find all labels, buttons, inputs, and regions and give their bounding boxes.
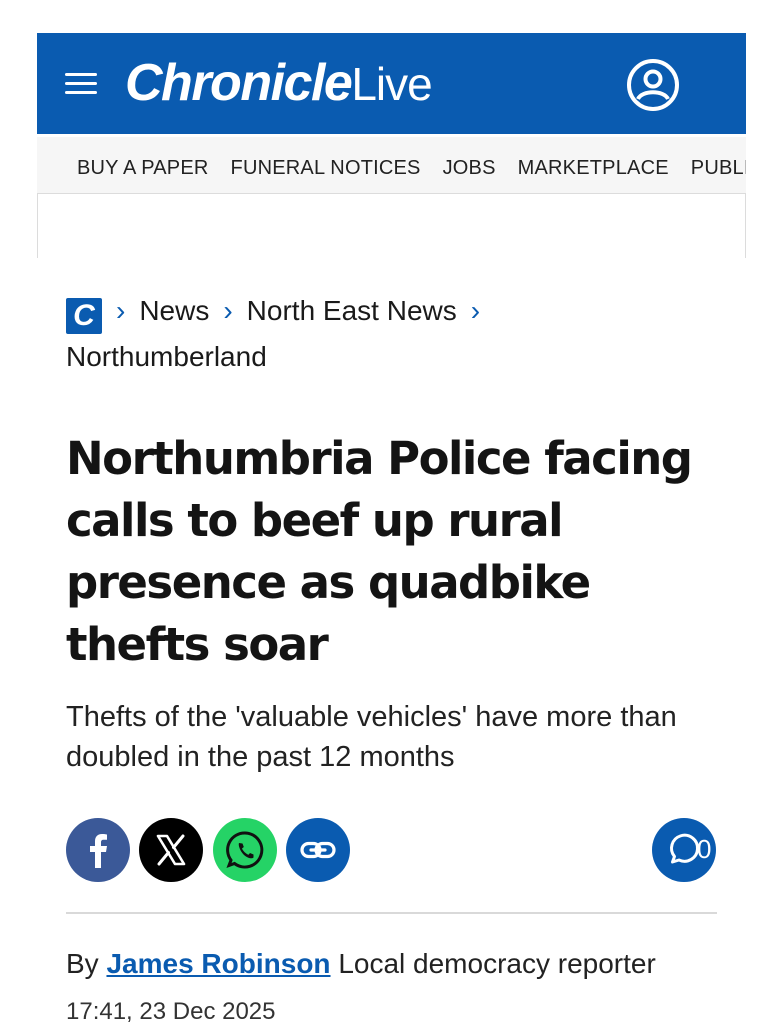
ad-placeholder [37,194,746,258]
account-icon[interactable] [626,58,680,112]
chevron-right-icon: › [116,295,126,326]
nav-item-public-notices[interactable]: PUBLIC N [691,137,746,193]
share-bar [66,818,355,884]
nav-item-buy-a-paper[interactable]: BUY A PAPER [77,137,209,193]
site-header: ChronicleLive [37,33,746,134]
breadcrumb-northumberland[interactable]: Northumberland [66,341,267,372]
link-icon[interactable] [286,818,351,882]
article-standfirst: Thefts of the 'valuable vehicles' have m… [66,701,677,773]
byline-prefix: By [66,948,99,979]
breadcrumb-news[interactable]: News [139,295,209,326]
nav-item-jobs[interactable]: JOBS [443,137,496,193]
logo-light-text: Live [351,58,432,110]
nav-item-marketplace[interactable]: MARKETPLACE [518,137,669,193]
menu-icon[interactable] [65,73,97,95]
breadcrumb: C › News › North East News › Northumberland [66,288,726,380]
nav-item-funeral-notices[interactable]: FUNERAL NOTICES [231,137,421,193]
x-icon[interactable] [139,818,204,882]
logo-bold-text: Chronicle [125,54,353,112]
author-role: Local democracy reporter [338,948,656,979]
facebook-icon[interactable] [66,818,130,882]
site-logo[interactable]: ChronicleLive [125,53,433,113]
comments-button[interactable]: 0 [652,818,716,882]
divider [66,912,717,914]
home-logo-icon[interactable]: C [66,298,102,334]
whatsapp-icon[interactable] [212,818,277,882]
publish-date: 17:41, 23 Dec 2025 [66,998,276,1025]
breadcrumb-north-east-news[interactable]: North East News [247,295,457,326]
byline: By James Robinson Local democracy report… [66,948,656,980]
chevron-right-icon: › [223,295,233,326]
author-link[interactable]: James Robinson [106,948,330,979]
chevron-right-icon: › [470,295,481,326]
article-headline: Northumbria Police facing calls to beef … [66,432,693,671]
top-nav: BUY A PAPER FUNERAL NOTICES JOBS MARKETPLAC… [37,137,746,194]
comment-count: 0 [697,834,712,864]
